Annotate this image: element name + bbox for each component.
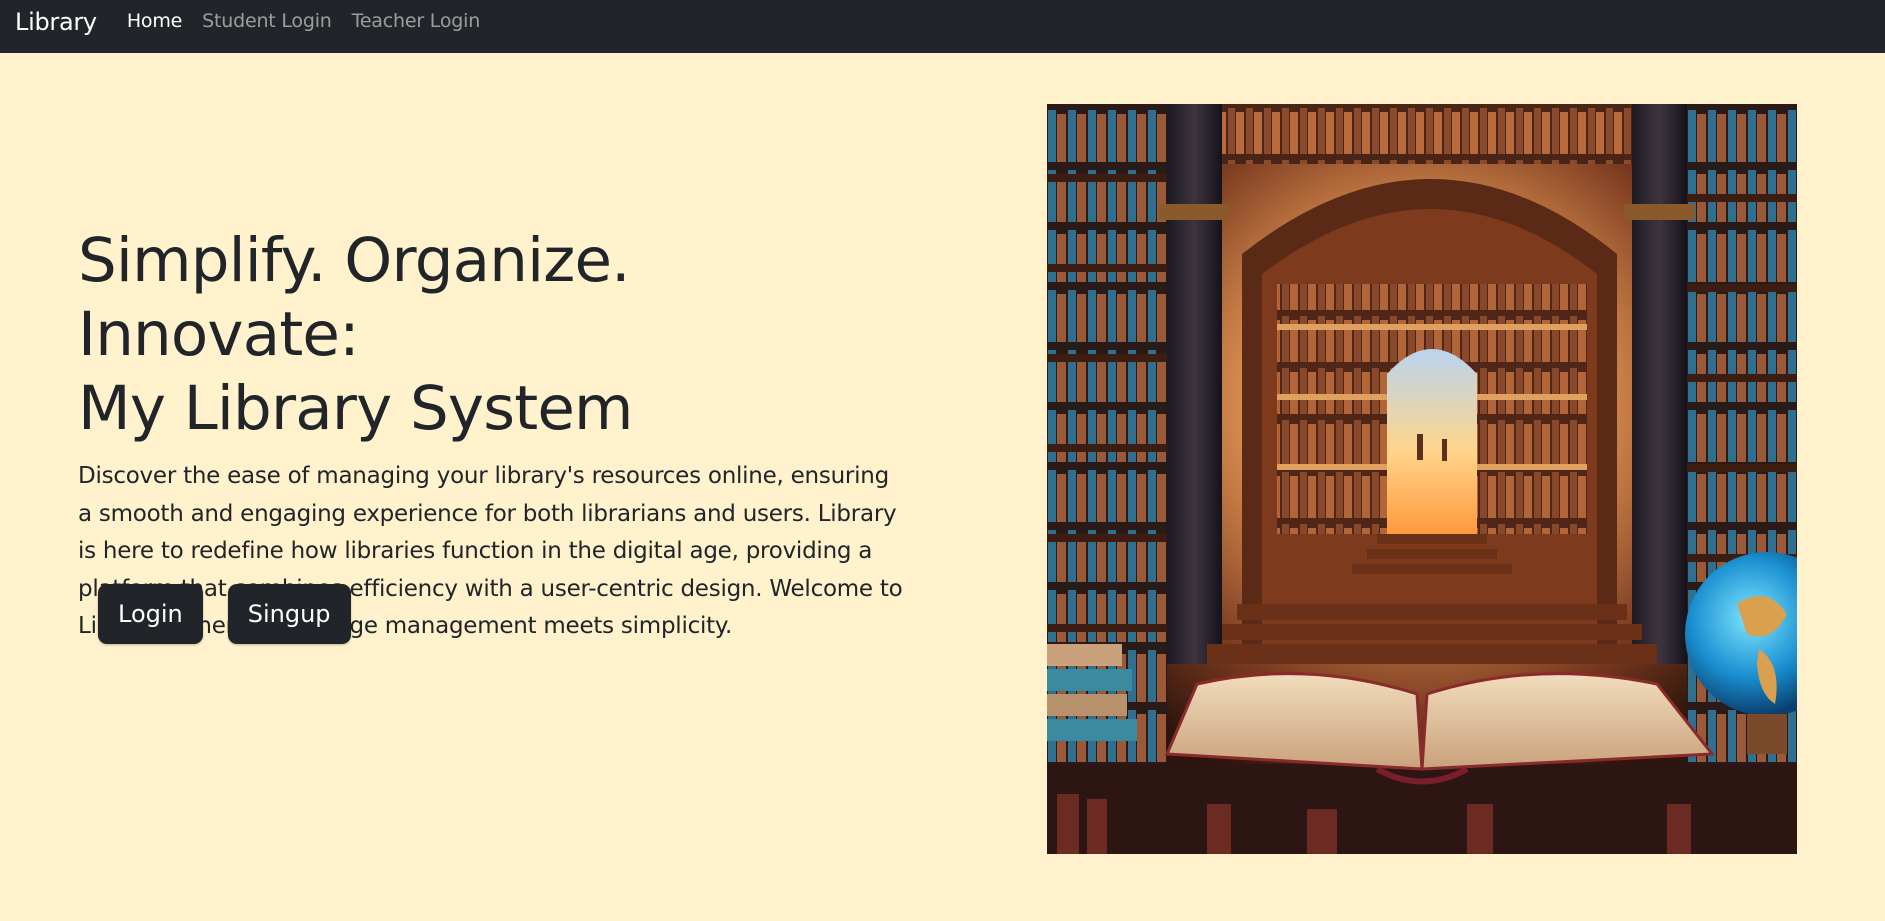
hero-buttons: Login Singup [98,584,351,644]
nav-student-login-link[interactable]: Student Login [202,10,332,32]
signup-button[interactable]: Singup [227,584,351,644]
library-illustration-image [1047,104,1797,854]
login-button[interactable]: Login [98,584,203,644]
nav-teacher-login-link[interactable]: Teacher Login [352,10,481,32]
nav-home-link[interactable]: Home [127,10,183,32]
navbar-brand[interactable]: Library [15,10,97,34]
nav-links: Home Student Login Teacher Login [127,10,480,32]
hero-headline-line1: Simplify. Organize. Innovate: [78,225,631,370]
hero-section: Simplify. Organize. Innovate: My Library… [78,224,908,646]
hero-headline-line2: My Library System [78,373,633,444]
hero-headline: Simplify. Organize. Innovate: My Library… [78,224,908,446]
top-navbar: Library Home Student Login Teacher Login [0,0,1885,53]
library-illustration-svg [1047,104,1797,854]
